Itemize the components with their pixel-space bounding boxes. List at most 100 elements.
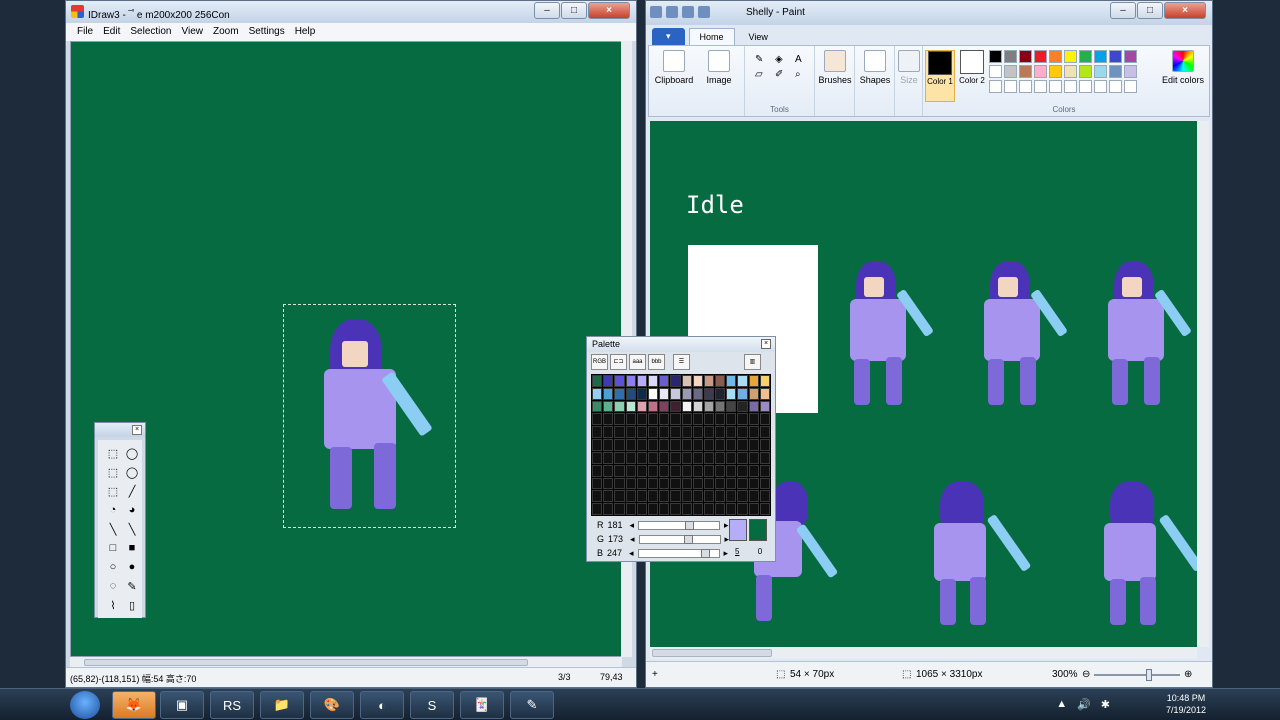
palette-swatch[interactable]	[692, 387, 703, 400]
palette-list-button[interactable]: ☰	[673, 354, 690, 370]
paint-color-swatch[interactable]	[1004, 50, 1017, 63]
red-increase-icon[interactable]: ▸	[724, 520, 729, 531]
paint-color-swatch[interactable]	[1079, 50, 1092, 63]
palette-swatch[interactable]	[636, 451, 647, 464]
paint-vertical-scrollbar[interactable]	[1197, 121, 1209, 647]
idraw-canvas[interactable]	[70, 41, 622, 657]
pencil-icon[interactable]: ✎	[755, 54, 771, 65]
palette-swatch[interactable]	[759, 503, 770, 515]
volume-icon[interactable]: 🔊	[1077, 698, 1091, 711]
paint-color-swatch[interactable]	[1034, 50, 1047, 63]
palette-swatch[interactable]	[748, 451, 759, 464]
palette-swatch[interactable]	[592, 413, 603, 426]
brushes-button[interactable]: Brushes	[817, 50, 853, 85]
menu-file[interactable]: File	[72, 23, 98, 41]
eraser-tool-icon[interactable]: ▯	[123, 596, 141, 614]
edit-colors-button[interactable]: Edit colors	[1161, 50, 1205, 85]
paint-color-swatch[interactable]	[989, 80, 1002, 93]
image-button[interactable]: Image	[699, 50, 739, 85]
palette-swatch[interactable]	[715, 477, 726, 490]
palette-swatch[interactable]	[726, 426, 737, 439]
skype-taskbar-button[interactable]: S	[410, 691, 454, 719]
paint-color-swatch[interactable]	[1109, 50, 1122, 63]
paint-color-swatch[interactable]	[1019, 80, 1032, 93]
minimize-button[interactable]: –	[534, 2, 560, 19]
palette-swatch[interactable]	[737, 387, 748, 400]
palette-swatch[interactable]	[614, 439, 625, 451]
palette-swatch[interactable]	[726, 503, 737, 515]
palette-swatch[interactable]	[759, 375, 770, 387]
palette-swatch[interactable]	[726, 490, 737, 503]
paint-color-swatch[interactable]	[1049, 80, 1062, 93]
palette-swatch[interactable]	[647, 490, 659, 503]
palette-swatch[interactable]	[636, 503, 647, 515]
paint-color-swatch[interactable]	[1049, 65, 1062, 78]
paint-color-swatch[interactable]	[1124, 80, 1137, 93]
palette-swatch[interactable]	[592, 503, 603, 515]
palette-swatch[interactable]	[715, 503, 726, 515]
paint-close-button[interactable]: ×	[1164, 2, 1206, 19]
palette-swatch[interactable]	[748, 503, 759, 515]
palette-swatch[interactable]	[726, 439, 737, 451]
palette-swatch[interactable]	[592, 490, 603, 503]
palette-swatch[interactable]	[592, 439, 603, 451]
palette-swatch[interactable]	[670, 490, 681, 503]
green-slider-thumb[interactable]	[683, 534, 693, 544]
taskbar-clock[interactable]: 10:48 PM 7/19/2012	[1166, 692, 1206, 716]
tab-view[interactable]: View	[739, 29, 778, 45]
firefox-taskbar-button[interactable]: 🦊	[112, 691, 156, 719]
show-hidden-icons[interactable]: ▲	[1056, 698, 1067, 711]
poly-select-tool-icon[interactable]: ⬚	[104, 482, 122, 500]
paint-horizontal-scrollbar[interactable]	[650, 647, 1197, 659]
palette-swatch[interactable]	[603, 426, 614, 439]
paint-color-swatch[interactable]	[1004, 80, 1017, 93]
thick-line-tool-icon[interactable]: ╲	[123, 520, 141, 538]
paint-color-swatch[interactable]	[1019, 50, 1032, 63]
palette-swatch[interactable]	[614, 451, 625, 464]
tool-palette-titlebar[interactable]: ×	[95, 423, 145, 437]
palette-swatch[interactable]	[715, 426, 726, 439]
palette-swatch[interactable]	[737, 439, 748, 451]
palette-save-button[interactable]: bbb	[648, 354, 665, 370]
palette-swatch[interactable]	[636, 413, 647, 426]
palette-swatch[interactable]	[625, 375, 636, 387]
palette-load-button[interactable]: aaa	[629, 354, 646, 370]
palette-swatch[interactable]	[603, 413, 614, 426]
palette-swatch[interactable]	[603, 451, 614, 464]
palette-close-icon[interactable]: ×	[761, 339, 771, 349]
palette-swatch[interactable]	[592, 477, 603, 490]
game-taskbar-button[interactable]: 🃏	[460, 691, 504, 719]
palette-swatch[interactable]	[659, 375, 670, 387]
menu-view[interactable]: View	[177, 23, 209, 41]
ellipse-select-tool-icon[interactable]: ◯	[123, 444, 141, 462]
palette-swatch[interactable]	[726, 451, 737, 464]
palette-swatch[interactable]	[659, 503, 670, 515]
paint-maximize-button[interactable]: □	[1137, 2, 1163, 19]
palette-swatch[interactable]	[715, 413, 726, 426]
paint-color-swatch[interactable]	[1064, 80, 1077, 93]
palette-titlebar[interactable]: Palette ×	[587, 337, 775, 352]
filled-rect-tool-icon[interactable]: ■	[123, 539, 141, 557]
red-decrease-icon[interactable]: ◂	[630, 520, 635, 531]
palette-swatch[interactable]	[692, 503, 703, 515]
network-icon[interactable]: ✱	[1101, 698, 1110, 711]
paint-color-swatch[interactable]	[1034, 80, 1047, 93]
zoom-in-button[interactable]: ⊕	[1184, 669, 1192, 680]
scroll-thumb[interactable]	[84, 659, 528, 666]
palette-swatch[interactable]	[715, 400, 726, 413]
palette-swatch[interactable]	[592, 375, 603, 387]
palette-swatch[interactable]	[726, 413, 737, 426]
palette-swatch[interactable]	[625, 477, 636, 490]
palette-swatch[interactable]	[614, 400, 625, 413]
color2-button[interactable]: Color 2	[957, 50, 987, 102]
color1-button[interactable]: Color 1	[925, 50, 955, 102]
palette-swatch[interactable]	[659, 400, 670, 413]
paint-color-swatch[interactable]	[1109, 65, 1122, 78]
palette-swatch[interactable]	[636, 426, 647, 439]
fill-tool-icon[interactable]: ◔	[104, 501, 122, 519]
line-tool-icon[interactable]: ╲	[104, 520, 122, 538]
maximize-button[interactable]: □	[561, 2, 587, 19]
save-icon[interactable]	[666, 6, 678, 18]
palette-swatch[interactable]	[659, 490, 670, 503]
palette-swatch[interactable]	[592, 426, 603, 439]
